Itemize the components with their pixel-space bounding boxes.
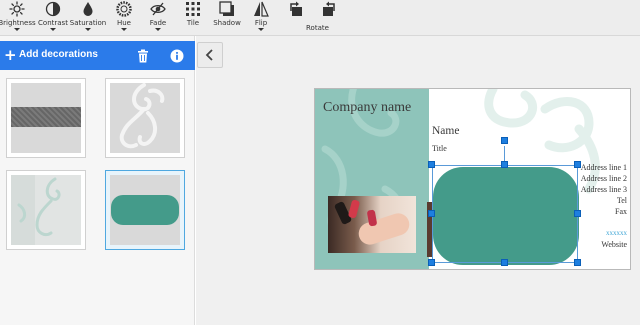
swirl-ornament-icon: [119, 83, 165, 149]
hue-icon: [116, 1, 132, 17]
resize-handle-w[interactable]: [428, 210, 435, 217]
rotate-left-icon: [290, 1, 302, 16]
contact-title[interactable]: Title: [432, 144, 447, 153]
chevron-down-icon: [85, 28, 91, 31]
chevron-down-icon: [14, 28, 20, 31]
resize-handle-se[interactable]: [574, 259, 581, 266]
rotate-right-icon: [323, 1, 335, 16]
chevron-down-icon: [258, 28, 264, 31]
address-line-2[interactable]: Address line 2: [581, 174, 627, 183]
resize-handle-n[interactable]: [501, 161, 508, 168]
email-text[interactable]: xxxxxx: [606, 229, 627, 237]
panel-header: + Add decorations: [0, 41, 195, 70]
collapse-panel-button[interactable]: [197, 42, 223, 68]
brightness-label: Brightness: [0, 19, 36, 27]
fade-label: Fade: [149, 19, 167, 27]
chevron-down-icon: [50, 28, 56, 31]
flip-icon: [254, 1, 269, 17]
rotate-handle[interactable]: [501, 137, 508, 144]
flip-label: Flip: [254, 19, 268, 27]
shadow-icon: [219, 1, 234, 16]
brightness-tool[interactable]: Brightness: [0, 1, 37, 35]
decoration-thumbnail[interactable]: [6, 170, 86, 250]
resize-handle-s[interactable]: [501, 259, 508, 266]
selection-frame: [432, 165, 578, 263]
contrast-label: Contrast: [38, 19, 68, 27]
fax-text[interactable]: Fax: [615, 207, 627, 216]
flip-tool[interactable]: Flip: [241, 1, 281, 35]
fade-tool[interactable]: Fade: [138, 1, 178, 35]
saturation-label: Saturation: [69, 19, 107, 27]
decoration-thumbnail[interactable]: [105, 78, 185, 158]
chevron-down-icon: [155, 28, 161, 31]
add-decorations-button[interactable]: Add decorations: [19, 49, 98, 61]
decoration-thumbnail-selected[interactable]: [105, 170, 185, 250]
saturation-icon: [83, 2, 93, 16]
chevron-left-icon: [205, 49, 213, 61]
decoration-preview: [110, 175, 180, 245]
address-line-3[interactable]: Address line 3: [581, 185, 627, 194]
rotate-right-tool[interactable]: [309, 1, 349, 35]
image-toolbar: Brightness Contrast Saturation Hue Fade …: [0, 0, 640, 36]
decoration-preview: [11, 175, 81, 245]
brightness-icon: [9, 1, 25, 17]
address-line-1[interactable]: Address line 1: [581, 163, 627, 172]
resize-handle-nw[interactable]: [428, 161, 435, 168]
resize-handle-e[interactable]: [574, 210, 581, 217]
chevron-down-icon: [121, 28, 127, 31]
add-icon[interactable]: +: [4, 47, 18, 63]
decoration-thumbnail[interactable]: [6, 78, 86, 158]
trash-icon[interactable]: [137, 49, 149, 63]
contact-name[interactable]: Name: [432, 125, 459, 137]
decorations-panel: + Add decorations: [0, 36, 195, 325]
fade-icon: [150, 2, 166, 16]
info-icon[interactable]: [170, 49, 184, 63]
photo-image[interactable]: [328, 196, 416, 253]
swirl-ornament-icon: [17, 177, 61, 237]
resize-handle-sw[interactable]: [428, 259, 435, 266]
resize-handle-ne[interactable]: [574, 161, 581, 168]
decoration-preview: [110, 83, 180, 153]
contrast-icon: [45, 1, 61, 17]
contrast-tool[interactable]: Contrast: [33, 1, 73, 35]
website-text[interactable]: Website: [601, 240, 627, 249]
tel-text[interactable]: Tel: [617, 196, 627, 205]
saturation-tool[interactable]: Saturation: [68, 1, 108, 35]
decoration-preview: [11, 83, 81, 153]
company-name[interactable]: Company name: [323, 100, 411, 116]
tile-icon: [186, 2, 200, 16]
